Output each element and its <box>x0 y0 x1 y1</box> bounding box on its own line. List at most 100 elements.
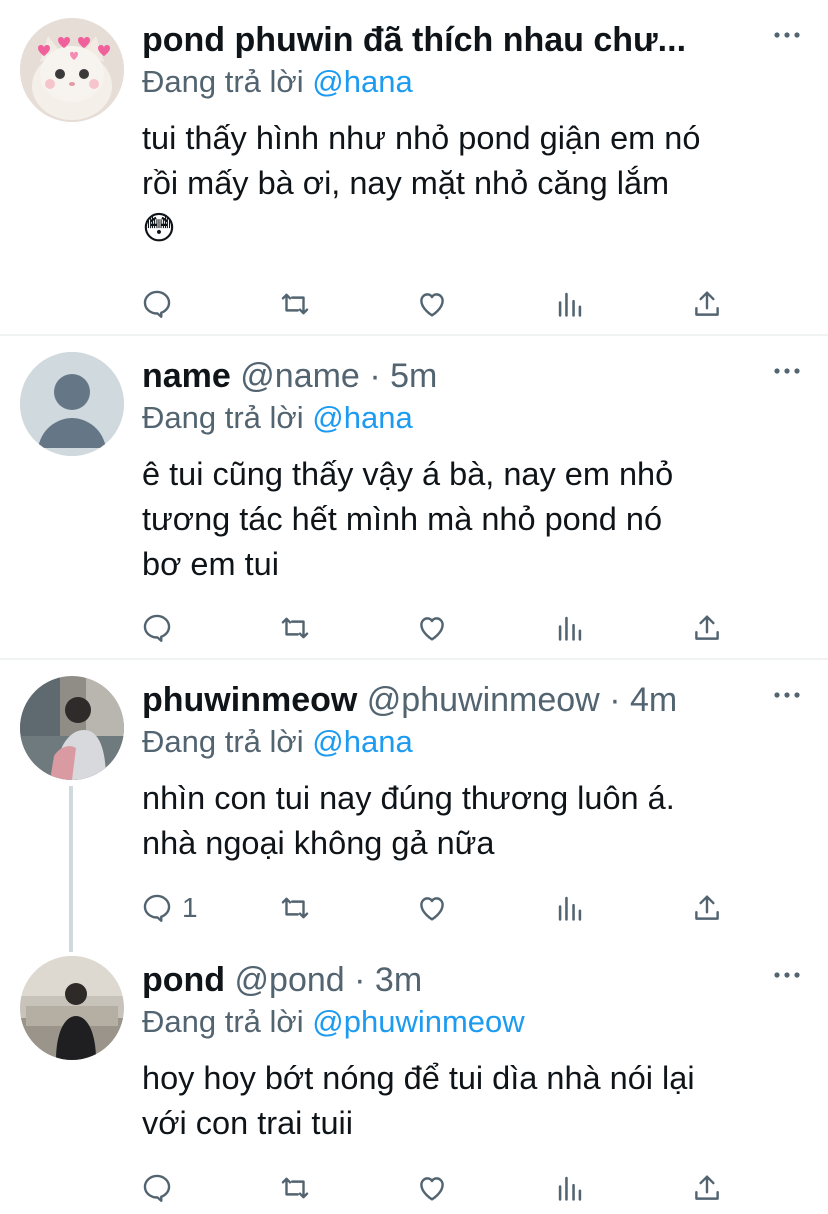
share-button[interactable] <box>690 1166 724 1210</box>
analytics-button[interactable] <box>553 282 587 326</box>
tweet-text-line: ê tui cũng thấy vậy á bà, nay em nhỏ <box>142 456 674 492</box>
reply-icon <box>143 290 171 318</box>
reply-button[interactable]: 1 <box>140 886 198 930</box>
cat-avatar-icon[interactable] <box>20 18 124 122</box>
replying-to-label: Đang trả lời <box>142 1004 304 1039</box>
tweet-header: phuwinmeow @phuwinmeow · 4m <box>142 676 758 724</box>
tweet-text: ê tui cũng thấy vậy á bà, nay em nhỏ tươ… <box>142 452 800 587</box>
more-options-icon[interactable] <box>772 20 802 50</box>
reply-icon <box>143 614 171 642</box>
more-options-icon[interactable] <box>772 960 802 990</box>
display-name[interactable]: phuwinmeow <box>142 681 357 719</box>
replying-to-mention[interactable]: @hana <box>312 64 412 99</box>
like-button[interactable] <box>415 282 449 326</box>
tweet-text-line: nhà ngoại không gả nữa <box>142 825 495 861</box>
tweet-text: tui thấy hình như nhỏ pond giận em nó rồ… <box>142 116 800 251</box>
share-button[interactable] <box>690 282 724 326</box>
replying-to: Đang trả lời @phuwinmeow <box>142 1002 525 1042</box>
tweet-actions <box>0 1166 828 1210</box>
share-button[interactable] <box>690 886 724 930</box>
tweet-text-line: bơ em tui <box>142 546 279 582</box>
like-button[interactable] <box>415 1166 449 1210</box>
replying-to: Đang trả lời @hana <box>142 62 413 102</box>
tweet-header: pond phuwin đã thích nhau chư... <box>142 16 758 64</box>
default-user-avatar-icon[interactable] <box>20 352 124 456</box>
like-button[interactable] <box>415 606 449 650</box>
like-button[interactable] <box>415 886 449 930</box>
user-handle[interactable]: @name <box>240 357 360 395</box>
share-icon <box>695 615 719 640</box>
reply-icon <box>143 894 171 922</box>
photo-avatar-icon[interactable] <box>20 956 124 1060</box>
like-icon <box>420 617 444 641</box>
tweet-header: name @name · 5m <box>142 352 758 400</box>
reply-icon <box>143 1174 171 1202</box>
tweet-text-line: rồi mấy bà ơi, nay mặt nhỏ căng lắm <box>142 165 670 201</box>
analytics-icon <box>558 292 582 317</box>
timestamp[interactable]: 4m <box>630 681 677 719</box>
tweet-divider <box>0 658 828 660</box>
tweet-text-line: tui thấy hình như nhỏ pond giận em nó <box>142 120 701 156</box>
tweet-text: hoy hoy bớt nóng để tui dìa nhà nói lại … <box>142 1056 800 1146</box>
retweet-icon <box>281 293 309 315</box>
replying-to-mention[interactable]: @hana <box>312 400 412 435</box>
replying-to-mention[interactable]: @hana <box>312 724 412 759</box>
separator-dot: · <box>609 681 621 719</box>
retweet-icon <box>281 617 309 639</box>
analytics-icon <box>558 896 582 921</box>
analytics-button[interactable] <box>553 606 587 650</box>
replying-to-label: Đang trả lời <box>142 724 304 759</box>
tweet-text-line: tương tác hết mình mà nhỏ pond nó <box>142 501 663 537</box>
share-icon <box>695 895 719 920</box>
analytics-icon <box>558 616 582 641</box>
replying-to-label: Đang trả lời <box>142 400 304 435</box>
user-handle[interactable]: @phuwinmeow <box>367 681 600 719</box>
like-icon <box>420 1177 444 1201</box>
tweet-text: nhìn con tui nay đúng thương luôn á. nhà… <box>142 776 800 866</box>
retweet-icon <box>281 1177 309 1199</box>
timestamp[interactable]: 3m <box>375 961 422 999</box>
timestamp[interactable]: 5m <box>390 357 437 395</box>
tweet-text-line: 😳 <box>142 209 176 247</box>
tweet-4[interactable]: pond @pond · 3m Đang trả lời @phuwinmeow… <box>0 956 828 1214</box>
retweet-button[interactable] <box>278 606 312 650</box>
display-name[interactable]: pond <box>142 961 225 999</box>
tweet-2[interactable]: name @name · 5m Đang trả lời @hana ê tui… <box>0 352 828 657</box>
analytics-icon <box>558 1176 582 1201</box>
reply-button[interactable] <box>140 1166 182 1210</box>
replying-to-mention[interactable]: @phuwinmeow <box>312 1004 524 1039</box>
tweet-divider <box>0 334 828 336</box>
tweet-3[interactable]: phuwinmeow @phuwinmeow · 4m Đang trả lời… <box>0 676 828 936</box>
photo-avatar-icon[interactable] <box>20 676 124 780</box>
tweet-header: pond @pond · 3m <box>142 956 758 1004</box>
more-options-icon[interactable] <box>772 356 802 386</box>
tweet-1[interactable]: pond phuwin đã thích nhau chư... Đang tr… <box>0 16 828 336</box>
tweet-actions <box>0 282 828 326</box>
retweet-button[interactable] <box>278 282 312 326</box>
reply-count: 1 <box>182 892 198 923</box>
share-button[interactable] <box>690 606 724 650</box>
retweet-button[interactable] <box>278 886 312 930</box>
separator-dot: · <box>354 961 366 999</box>
tweet-text-line: với con trai tuii <box>142 1105 353 1141</box>
separator-dot: · <box>369 357 381 395</box>
tweet-text-line: hoy hoy bớt nóng để tui dìa nhà nói lại <box>142 1060 695 1096</box>
display-name[interactable]: pond phuwin đã thích nhau chư... <box>142 21 686 59</box>
replying-to: Đang trả lời @hana <box>142 398 413 438</box>
like-icon <box>420 293 444 317</box>
replying-to-label: Đang trả lời <box>142 64 304 99</box>
analytics-button[interactable] <box>553 1166 587 1210</box>
user-handle[interactable]: @pond <box>235 961 345 999</box>
share-icon <box>695 291 719 316</box>
reply-button[interactable] <box>140 282 182 326</box>
share-icon <box>695 1175 719 1200</box>
tweet-actions: 1 <box>0 886 828 930</box>
retweet-button[interactable] <box>278 1166 312 1210</box>
display-name[interactable]: name <box>142 357 231 395</box>
replying-to: Đang trả lời @hana <box>142 722 413 762</box>
more-options-icon[interactable] <box>772 680 802 710</box>
reply-button[interactable] <box>140 606 182 650</box>
retweet-icon <box>281 897 309 919</box>
like-icon <box>420 897 444 921</box>
analytics-button[interactable] <box>553 886 587 930</box>
